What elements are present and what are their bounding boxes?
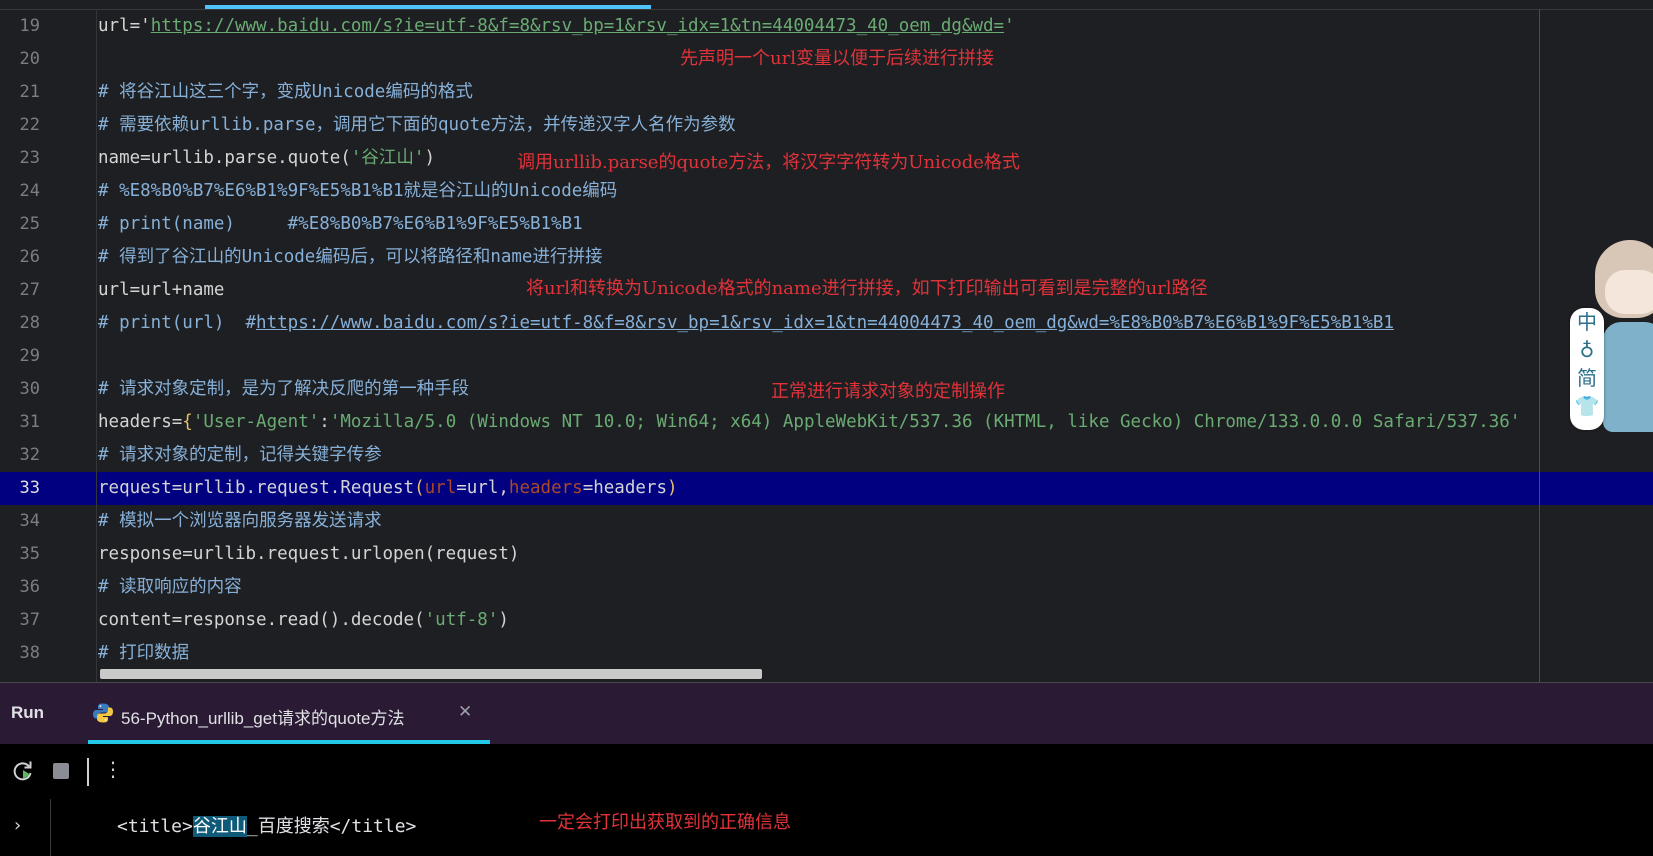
code-text[interactable]: # 读取响应的内容 — [98, 571, 242, 604]
code-text[interactable]: # 请求对象的定制，记得关键字传参 — [98, 439, 382, 472]
line-number: 21 — [19, 82, 40, 102]
run-tab-title: 56-Python_urllib_get请求的quote方法 — [121, 709, 405, 728]
line-number: 28 — [19, 313, 40, 333]
code-text[interactable]: # print(name) #%E8%B0%B7%E6%B1%9F%E5%B1%… — [98, 208, 583, 241]
annotation-quote-method: 调用urllib.parse的quote方法，将汉字字符转为Unicode格式 — [517, 152, 1020, 173]
ime-moon-icon: ♁ — [1579, 338, 1595, 362]
line-number: 38 — [19, 643, 40, 663]
annotation-request-custom: 正常进行请求对象的定制操作 — [771, 381, 1005, 402]
decorative-sticker: 中 ♁ 简 👕 — [1567, 230, 1653, 440]
code-line-31[interactable]: 31 headers={'User-Agent':'Mozilla/5.0 (W… — [0, 406, 1653, 439]
code-line-21[interactable]: 21 # 将谷江山这三个字，变成Unicode编码的格式 — [0, 76, 1653, 109]
code-line-26[interactable]: 26 # 得到了谷江山的Unicode编码后，可以将路径和name进行拼接 — [0, 241, 1653, 274]
ime-simplified-icon: 简 — [1577, 366, 1597, 390]
ime-shirt-icon: 👕 — [1574, 394, 1600, 418]
code-text[interactable]: # 将谷江山这三个字，变成Unicode编码的格式 — [98, 76, 473, 109]
run-toolbar: ⋮ — [0, 744, 1653, 799]
editor-tab-accent — [205, 5, 651, 9]
run-label: Run — [11, 703, 45, 722]
gutter-separator — [96, 9, 97, 682]
console-gutter-separator — [50, 799, 51, 856]
more-options-icon[interactable]: ⋮ — [103, 757, 123, 781]
line-number: 32 — [19, 445, 40, 465]
close-icon[interactable]: ✕ — [458, 702, 472, 722]
line-number: 36 — [19, 577, 40, 597]
line-number: 20 — [19, 49, 40, 69]
code-line-37[interactable]: 37 content=response.read().decode('utf-8… — [0, 604, 1653, 637]
run-panel: Run 56-Python_urllib_get请求的quote方法 ✕ ⋮ › — [0, 682, 1653, 856]
line-number: 35 — [19, 544, 40, 564]
line-number: 31 — [19, 412, 40, 432]
code-line-32[interactable]: 32 # 请求对象的定制，记得关键字传参 — [0, 439, 1653, 472]
code-text[interactable]: # 模拟一个浏览器向服务器发送请求 — [98, 505, 382, 538]
run-header: Run 56-Python_urllib_get请求的quote方法 ✕ — [0, 682, 1653, 745]
code-text[interactable]: url=url+name — [98, 274, 224, 307]
annotation-url-variable: 先声明一个url变量以便于后续进行拼接 — [680, 48, 994, 69]
code-text[interactable]: # 需要依赖urllib.parse，调用它下面的quote方法，并传递汉字人名… — [98, 109, 736, 142]
sticker-character-face — [1605, 270, 1653, 314]
code-line-28[interactable]: 28 # print(url) #https://www.baidu.com/s… — [0, 307, 1653, 340]
run-tab[interactable]: 56-Python_urllib_get请求的quote方法 ✕ — [88, 683, 490, 745]
toolbar-separator — [87, 758, 89, 786]
code-line-35[interactable]: 35 response=urllib.request.urlopen(reque… — [0, 538, 1653, 571]
stop-icon[interactable] — [48, 758, 74, 784]
code-line-33-current[interactable]: 33 request=urllib.request.Request(url=ur… — [0, 472, 1653, 505]
code-text[interactable]: name=urllib.parse.quote('谷江山') — [98, 142, 435, 175]
ime-badge[interactable]: 中 ♁ 简 👕 — [1570, 308, 1604, 430]
line-number: 25 — [19, 214, 40, 234]
line-number: 26 — [19, 247, 40, 267]
code-line-38[interactable]: 38 # 打印数据 — [0, 637, 1653, 670]
code-text[interactable]: # %E8%B0%B7%E6%B1%9F%E5%B1%B1就是谷江山的Unico… — [98, 175, 617, 208]
line-number: 19 — [19, 16, 40, 36]
line-number: 22 — [19, 115, 40, 135]
rerun-icon[interactable] — [10, 758, 36, 784]
annotation-output: 一定会打印出获取到的正确信息 — [539, 812, 791, 833]
code-text[interactable]: request=urllib.request.Request(url=url,h… — [98, 472, 678, 505]
console-output[interactable]: › <title>谷江山_百度搜索</title> 一定会打印出获取到的正确信息 — [0, 799, 1653, 856]
python-icon — [93, 703, 113, 723]
code-text[interactable]: headers={'User-Agent':'Mozilla/5.0 (Wind… — [98, 406, 1520, 439]
line-number: 33 — [19, 478, 40, 498]
chevron-right-icon[interactable]: › — [14, 815, 21, 836]
code-line-34[interactable]: 34 # 模拟一个浏览器向服务器发送请求 — [0, 505, 1653, 538]
line-number: 34 — [19, 511, 40, 531]
line-number: 24 — [19, 181, 40, 201]
line-number: 27 — [19, 280, 40, 300]
code-line-19[interactable]: 19 url='https://www.baidu.com/s?ie=utf-8… — [0, 10, 1653, 43]
code-line-24[interactable]: 24 # %E8%B0%B7%E6%B1%9F%E5%B1%B1就是谷江山的Un… — [0, 175, 1653, 208]
code-editor[interactable]: 19 url='https://www.baidu.com/s?ie=utf-8… — [0, 0, 1653, 682]
code-text[interactable]: content=response.read().decode('utf-8') — [98, 604, 509, 637]
sticker-character-body — [1603, 322, 1653, 432]
code-text[interactable]: # 得到了谷江山的Unicode编码后，可以将路径和name进行拼接 — [98, 241, 602, 274]
horizontal-scrollbar[interactable] — [100, 669, 762, 679]
code-text[interactable]: response=urllib.request.urlopen(request) — [98, 538, 519, 571]
code-line-22[interactable]: 22 # 需要依赖urllib.parse，调用它下面的quote方法，并传递汉… — [0, 109, 1653, 142]
right-margin-guide — [1539, 9, 1540, 682]
code-line-29[interactable]: 29 — [0, 340, 1653, 373]
ime-chinese-icon: 中 — [1577, 310, 1597, 334]
code-line-25[interactable]: 25 # print(name) #%E8%B0%B7%E6%B1%9F%E5%… — [0, 208, 1653, 241]
line-number: 37 — [19, 610, 40, 630]
line-number: 29 — [19, 346, 40, 366]
line-number: 23 — [19, 148, 40, 168]
code-text[interactable]: # 打印数据 — [98, 637, 189, 670]
code-text[interactable]: # print(url) #https://www.baidu.com/s?ie… — [98, 307, 1394, 340]
console-output-line: <title>谷江山_百度搜索</title> — [117, 816, 417, 837]
code-text[interactable]: # 请求对象定制，是为了解决反爬的第一种手段 — [98, 373, 469, 406]
line-number: 30 — [19, 379, 40, 399]
code-text[interactable]: url='https://www.baidu.com/s?ie=utf-8&f=… — [98, 10, 1015, 43]
annotation-url-concat: 将url和转换为Unicode格式的name进行拼接，如下打印输出可看到是完整的… — [526, 278, 1208, 299]
search-highlight: 谷江山 — [192, 816, 247, 837]
code-line-36[interactable]: 36 # 读取响应的内容 — [0, 571, 1653, 604]
